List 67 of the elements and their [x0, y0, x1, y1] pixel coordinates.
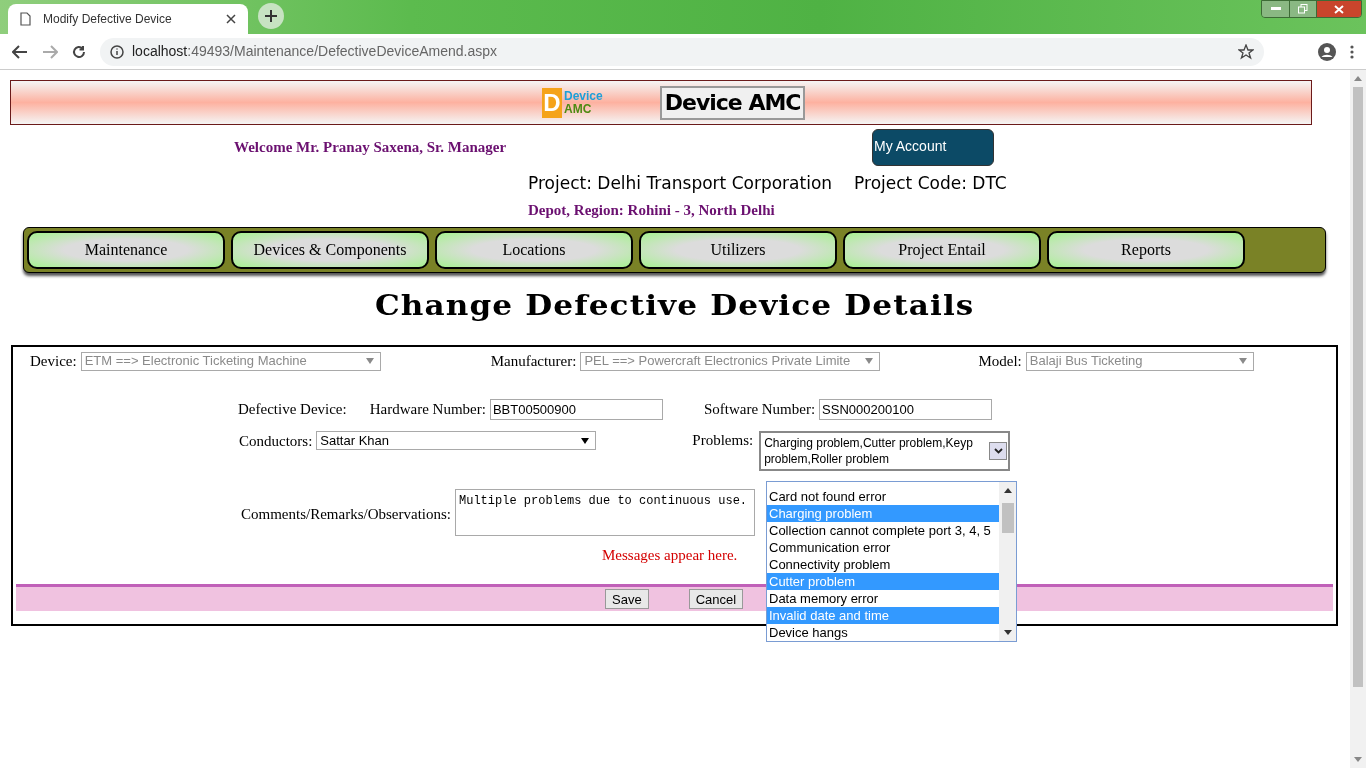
browser-tab[interactable]: Modify Defective Device	[8, 4, 248, 34]
selected-problems-text: problem,Roller problem	[764, 451, 889, 467]
problem-option[interactable]: Communication error	[767, 539, 999, 556]
nav-item[interactable]: Project Entail	[843, 231, 1041, 269]
reload-icon[interactable]	[72, 44, 86, 59]
problem-option[interactable]: Device hangs	[767, 624, 999, 641]
caret-icon	[365, 358, 374, 364]
new-tab-button[interactable]	[258, 3, 284, 29]
field-label: Defective Device:	[238, 400, 347, 420]
plus-icon	[265, 10, 277, 22]
site-title: Device AMC	[659, 85, 806, 120]
problems-dropdown[interactable]: Charging problem,Cutter problem,Keyp problem,Roller problem	[759, 431, 1011, 471]
close-window-button[interactable]	[1316, 1, 1361, 17]
project-name: Project: Delhi Transport Corporation	[528, 172, 833, 195]
field-label: Software Number:	[703, 400, 816, 420]
input-field[interactable]: SSN000200100	[819, 399, 993, 420]
caret-icon	[581, 437, 590, 444]
problem-option[interactable]: Connectivity problem	[767, 556, 999, 573]
problem-option[interactable]: Collection cannot complete port 3, 4, 5	[767, 522, 999, 539]
chevron-icon	[993, 448, 1003, 454]
nav-item[interactable]: Reports	[1047, 231, 1245, 269]
problem-option[interactable]: Card not found error	[767, 488, 999, 505]
url-text: localhost:49493/Maintenance/DefectiveDeviceAmend.aspx	[132, 42, 498, 61]
dropdown-field[interactable]: Sattar Khan	[316, 431, 597, 450]
my-account-button[interactable]: My Account	[872, 128, 994, 166]
menu-icon[interactable]	[1350, 44, 1354, 59]
input-field[interactable]: BBT00500900	[489, 399, 663, 420]
form-button[interactable]: Cancel	[688, 588, 744, 609]
status-message: Messages appear here.	[602, 546, 738, 565]
comments-field[interactable]: Multiple problems due to continuous use.	[455, 489, 755, 536]
welcome-text: Welcome Mr. Pranay Saxena, Sr. Manager	[234, 137, 508, 157]
scroll-up-icon[interactable]	[1003, 488, 1012, 493]
page-title: Change Defective Device Details	[375, 289, 975, 323]
info-icon	[110, 44, 124, 59]
project-code: Project Code: DTC	[854, 172, 1007, 195]
scrollbar-thumb[interactable]	[1353, 87, 1363, 687]
caret-icon	[1238, 358, 1247, 364]
field-label: Problems:	[692, 431, 754, 450]
field-label: Model:	[978, 351, 1022, 371]
nav-item[interactable]: Maintenance	[27, 231, 225, 269]
nav-item[interactable]: Locations	[435, 231, 633, 269]
field-label: Hardware Number:	[369, 400, 486, 420]
star-icon[interactable]	[1238, 43, 1254, 60]
tab-title: Modify Defective Device	[43, 11, 173, 28]
account-icon[interactable]	[1318, 42, 1336, 61]
nav-item[interactable]: Utilizers	[639, 231, 837, 269]
field-label: Device:	[30, 351, 77, 371]
caret-icon	[865, 358, 874, 364]
close-icon[interactable]	[226, 14, 236, 24]
restore-icon	[1298, 4, 1308, 14]
form-button[interactable]: Save	[605, 588, 649, 609]
document-icon	[20, 12, 31, 26]
scrollbar-thumb[interactable]	[1001, 503, 1014, 533]
problem-option[interactable]: Data memory error	[767, 590, 999, 607]
back-icon[interactable]	[12, 44, 28, 59]
scroll-down-icon[interactable]	[1003, 630, 1012, 635]
minimize-icon	[1270, 7, 1281, 11]
nav-item[interactable]: Devices & Components	[231, 231, 429, 269]
field-label: Manufacturer:	[490, 351, 577, 371]
field-label: Conductors:	[239, 432, 313, 451]
close-icon	[1334, 4, 1344, 14]
restore-button[interactable]	[1289, 1, 1316, 17]
depot-region: Depot, Region: Rohini - 3, North Delhi	[528, 200, 775, 220]
field-label: Comments/Remarks/Observations:	[241, 505, 451, 525]
address-field[interactable]: localhost:49493/Maintenance/DefectiveDeviceAmend.aspx	[100, 37, 1264, 66]
selected-problems-text: Charging problem,Cutter problem,Keyp	[764, 435, 973, 451]
dropdown-toggle[interactable]	[989, 442, 1008, 460]
